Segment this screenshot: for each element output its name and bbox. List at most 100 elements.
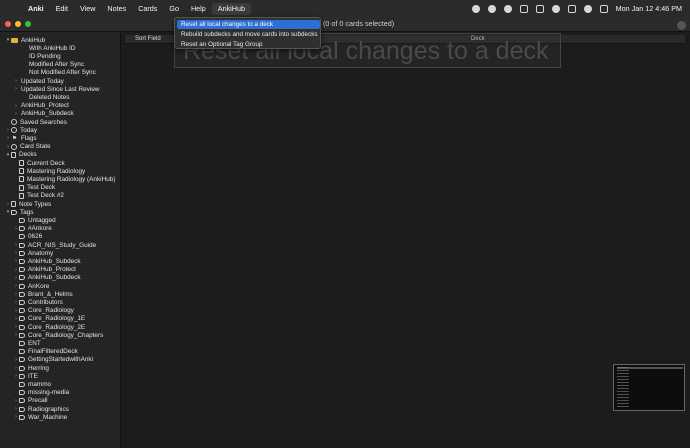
sidebar-item[interactable]: › Updated Since Last Review — [13, 85, 99, 93]
circle-icon — [11, 119, 17, 126]
sidebar-item[interactable]: › GettingStartedwithAnki — [13, 356, 93, 364]
sidebar-item[interactable]: › ITE — [13, 372, 38, 380]
sidebar-item[interactable]: › Core_Radiology_Chapters — [13, 331, 103, 339]
window-preview-thumbnail[interactable] — [613, 364, 685, 411]
sidebar-item[interactable]: › #Ankore — [13, 225, 52, 233]
sidebar-item-label: Note Types — [19, 200, 52, 208]
sidebar-item[interactable]: missing-media — [13, 389, 69, 397]
clock[interactable]: Mon Jan 12 4:46 PM — [616, 4, 682, 13]
disclosure-chevron-icon[interactable]: › — [13, 103, 19, 109]
search-icon[interactable] — [567, 4, 576, 13]
menu-view[interactable]: View — [74, 0, 101, 17]
sidebar-item[interactable]: › AnkiHub_Protect — [13, 102, 69, 110]
disclosure-chevron-icon[interactable]: › — [13, 111, 19, 117]
card-list[interactable]: Sort Field Deck — [121, 32, 690, 448]
sidebar-item[interactable]: ▾ AnkiHub — [5, 36, 45, 44]
sidebar-item-label: Modified After Sync — [29, 61, 85, 69]
sidebar-item[interactable]: ID Pending — [21, 52, 61, 60]
sidebar-item[interactable]: Mastering Radiology (AnkiHub) — [13, 175, 115, 183]
minimize-window-icon[interactable] — [15, 21, 21, 27]
sidebar-item[interactable]: ▾ Decks — [5, 151, 37, 159]
browser-sidebar[interactable]: ▾ AnkiHub With AnkiHub ID ID Pending Modifie… — [0, 32, 121, 448]
tag-icon — [19, 283, 25, 289]
sidebar-item-label: 0626 — [28, 233, 43, 241]
record-icon[interactable] — [471, 4, 480, 13]
menu-cards[interactable]: Cards — [132, 0, 163, 17]
sparkle-icon[interactable] — [503, 4, 512, 13]
tray-icon[interactable] — [519, 4, 528, 13]
sidebar-item[interactable]: › Contributors — [13, 298, 63, 306]
disclosure-chevron-icon[interactable]: › — [13, 86, 19, 92]
sidebar-item[interactable]: › AnkiHub_Subdeck — [13, 257, 81, 265]
control-center-icon[interactable] — [599, 4, 608, 13]
sidebar-item-label: Contributors — [28, 298, 63, 306]
deck-icon — [11, 151, 16, 158]
wifi-icon[interactable] — [551, 4, 560, 13]
sidebar-item[interactable]: Modified After Sync — [21, 61, 84, 69]
sidebar-item[interactable]: With AnkiHub ID — [21, 44, 76, 52]
sidebar-item[interactable]: Test Deck #2 — [13, 192, 64, 200]
window-icon[interactable] — [535, 4, 544, 13]
sidebar-item[interactable]: 0626 — [13, 233, 42, 241]
shield-icon[interactable] — [487, 4, 496, 13]
sidebar-item[interactable]: › ACR_NIS_Study_Guide — [13, 241, 96, 249]
sidebar-item[interactable]: › Today — [5, 126, 37, 134]
menu-ankihub[interactable]: AnkiHub — [211, 2, 251, 15]
sidebar-item-label: Anatomy — [28, 249, 54, 257]
zoom-window-icon[interactable] — [25, 21, 31, 27]
sidebar-item[interactable]: ▾ Tags — [5, 208, 34, 216]
menu-notes[interactable]: Notes — [101, 0, 132, 17]
sidebar-item[interactable]: › Note Types — [5, 200, 51, 208]
sidebar-item[interactable]: › Core_Radiology_2E — [13, 323, 85, 331]
sidebar-item[interactable]: mammo — [13, 380, 51, 388]
sidebar-item[interactable]: Current Deck — [13, 159, 65, 167]
tag-icon — [19, 299, 25, 305]
sidebar-item[interactable]: Deleted Notes — [21, 93, 70, 101]
menu-anki[interactable]: Anki — [22, 0, 50, 17]
menu-help[interactable]: Help — [185, 0, 212, 17]
sidebar-item-label: Deleted Notes — [29, 93, 70, 101]
sidebar-item-label: missing-media — [28, 389, 70, 397]
disclosure-chevron-icon[interactable]: › — [13, 78, 19, 84]
sidebar-item[interactable]: Untagged — [13, 216, 56, 224]
sidebar-item[interactable]: › Herring — [13, 364, 49, 372]
sidebar-item[interactable]: Not Modified After Sync — [21, 69, 96, 77]
close-window-icon[interactable] — [5, 21, 11, 27]
menu-item-rebuild-subdecks[interactable]: Rebuild subdecks and move cards into sub… — [177, 30, 320, 39]
sidebar-item[interactable]: Mastering Radiology — [13, 167, 85, 175]
sidebar-item-label: ENT — [28, 339, 41, 347]
sidebar-item-label: AnkiHub_Subdeck — [28, 257, 81, 265]
sidebar-item[interactable]: › Core_Radiology_1E — [13, 315, 85, 323]
sidebar-item[interactable]: › AnkiHub_Subdeck — [13, 110, 73, 118]
sidebar-item[interactable]: › War_Machine — [13, 413, 67, 421]
sidebar-item[interactable]: › AnKore — [13, 282, 49, 290]
sidebar-item[interactable]: FinalFilteredDeck — [13, 348, 78, 356]
tag-icon — [19, 381, 25, 387]
sidebar-item[interactable]: › AnkiHub_Protect — [13, 266, 76, 274]
window-titlebar: (0 of 0 cards selected) — [0, 17, 690, 32]
sidebar-item[interactable]: › Card State — [5, 143, 51, 151]
sidebar-item[interactable]: › ⚑ Flags — [5, 134, 36, 142]
sidebar-item[interactable]: › Brant_&_Helms — [13, 290, 73, 298]
menu-item-reset-optional-tag-group[interactable]: Reset an Optional Tag Group — [177, 40, 320, 49]
sidebar-item[interactable]: › Anatomy — [13, 249, 53, 257]
profile-icon[interactable] — [583, 4, 592, 13]
sidebar-item-label: Today — [20, 126, 38, 134]
sidebar-item[interactable]: Saved Searches — [5, 118, 67, 126]
sort-field-column[interactable]: Sort Field — [135, 36, 161, 42]
window-control-icon[interactable] — [677, 21, 686, 30]
menu-go[interactable]: Go — [163, 0, 185, 17]
sidebar-item[interactable]: Test Deck — [13, 184, 55, 192]
sidebar-item[interactable]: › AnkiHub_Subdeck — [13, 274, 80, 282]
sidebar-item[interactable]: › Radiographics — [13, 405, 69, 413]
sidebar-item[interactable]: › Updated Today — [13, 77, 64, 85]
deck-icon — [11, 201, 16, 208]
menu-edit[interactable]: Edit — [50, 0, 74, 17]
ankihub-dropdown-menu: Reset all local changes to a deck Rebuil… — [174, 17, 321, 49]
tag-icon — [19, 217, 25, 223]
sidebar-item[interactable]: ENT — [13, 339, 41, 347]
sidebar-item[interactable]: › Precall — [13, 397, 47, 405]
sidebar-item-label: Card State — [20, 143, 51, 151]
menu-item-reset-local-changes[interactable]: Reset all local changes to a deck — [177, 20, 320, 29]
sidebar-item[interactable]: › Core_Radiology — [13, 307, 74, 315]
